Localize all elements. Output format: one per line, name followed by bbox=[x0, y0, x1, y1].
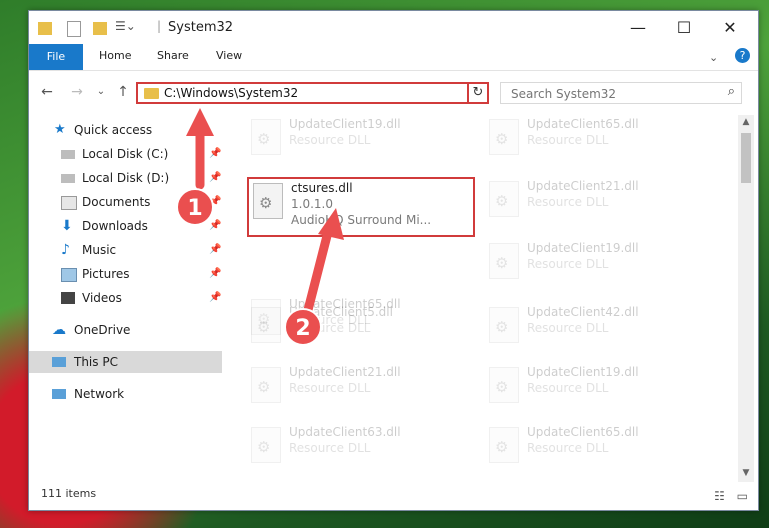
arrow-head-1 bbox=[186, 108, 214, 136]
arrow-head-2 bbox=[318, 208, 344, 240]
annotation-arrows bbox=[186, 108, 344, 315]
callout-step-1: 1 bbox=[176, 188, 214, 226]
callout-step-2: 2 bbox=[284, 308, 322, 346]
arrow-to-file bbox=[303, 227, 333, 315]
